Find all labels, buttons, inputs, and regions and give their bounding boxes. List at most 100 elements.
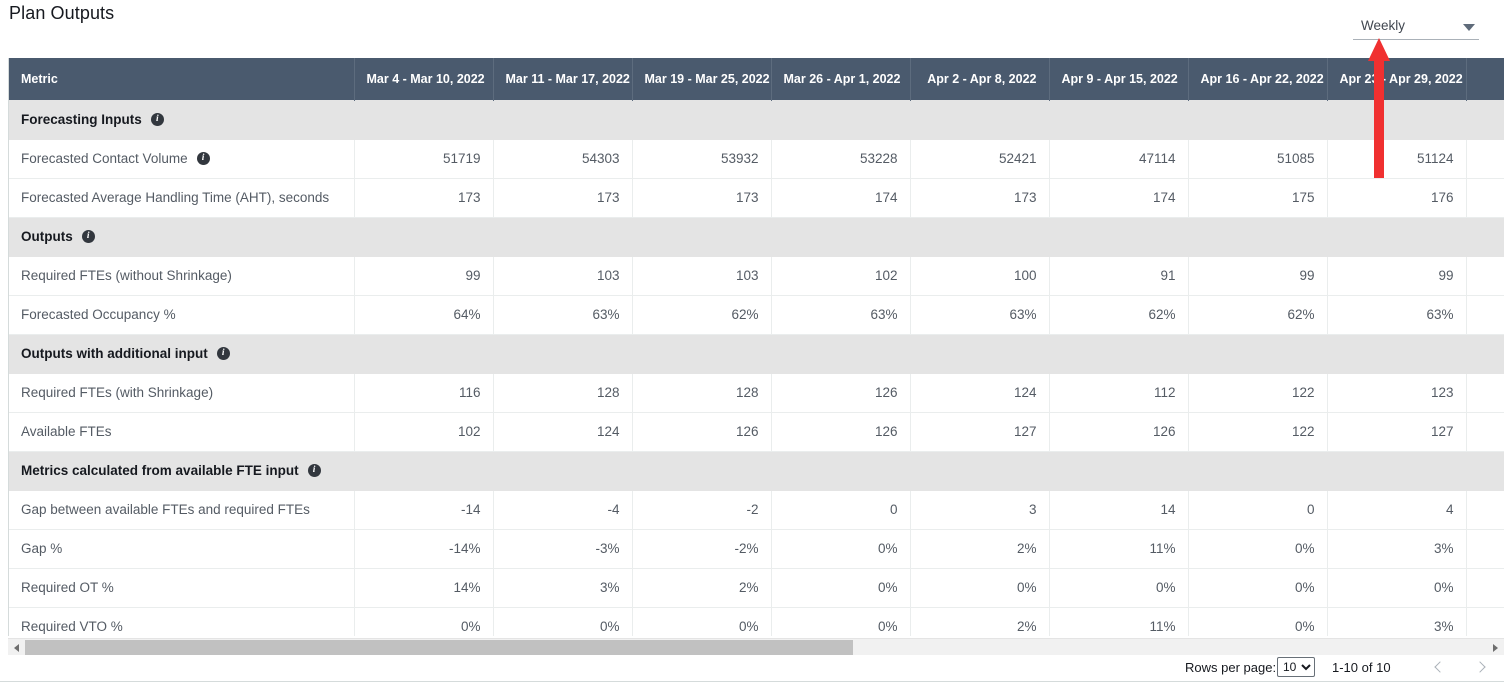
metric-value-cell: 128 [493,373,632,412]
metric-value-cell: 3% [1327,529,1466,568]
metric-label-cell: Gap between available FTEs and required … [9,490,354,529]
metric-value-cell [1466,139,1504,178]
column-header-period[interactable]: Apr 30 - M [1466,58,1504,100]
metric-label-cell: Gap % [9,529,354,568]
scrollbar-thumb[interactable] [25,640,853,655]
table-row: Gap %-14%-3%-2%0%2%11%0%3% [9,529,1504,568]
group-label: Forecasting Inputs [21,112,142,127]
metric-value-cell: 99 [354,256,493,295]
info-icon[interactable]: i [82,230,95,243]
column-header-period[interactable]: Mar 26 - Apr 1, 2022 [771,58,910,100]
table-group-row: Metrics calculated from available FTE in… [9,451,1504,490]
table-row: Available FTEs102124126126127126122127 [9,412,1504,451]
metric-value-cell: 14 [1049,490,1188,529]
metric-value-cell: 127 [910,412,1049,451]
column-header-period[interactable]: Apr 16 - Apr 22, 2022 [1188,58,1327,100]
group-label: Outputs with additional input [21,346,208,361]
metric-label-cell: Required FTEs (without Shrinkage) [9,256,354,295]
pagination-range-text: 1-10 of 10 [1332,660,1391,675]
column-header-period[interactable]: Apr 23 - Apr 29, 2022 [1327,58,1466,100]
metric-value-cell: 173 [493,178,632,217]
pagination-next-button[interactable] [1468,655,1492,679]
metric-label: Required FTEs (with Shrinkage) [21,385,213,400]
metric-value-cell: 124 [493,412,632,451]
column-header-period[interactable]: Mar 11 - Mar 17, 2022 [493,58,632,100]
metric-value-cell: 0% [1188,529,1327,568]
metric-value-cell: 63% [771,295,910,334]
metric-label: Available FTEs [21,424,112,439]
table-row: Required OT %14%3%2%0%0%0%0%0% [9,568,1504,607]
metric-value-cell: 3 [910,490,1049,529]
column-header-metric[interactable]: Metric [9,58,354,100]
metric-value-cell: 102 [771,256,910,295]
horizontal-scrollbar[interactable] [8,638,1504,655]
metric-label-cell: Forecasted Occupancy % [9,295,354,334]
metric-label-cell: Forecasted Contact Volume i [9,139,354,178]
info-icon[interactable]: i [217,347,230,360]
metric-value-cell: 2% [632,568,771,607]
column-header-period[interactable]: Apr 2 - Apr 8, 2022 [910,58,1049,100]
column-header-period[interactable]: Mar 4 - Mar 10, 2022 [354,58,493,100]
metric-value-cell: 0% [771,568,910,607]
table-group-row: Forecasting Inputs i [9,100,1504,139]
metric-value-cell: 53228 [771,139,910,178]
metric-value-cell: -14 [354,490,493,529]
table-group-row: Outputsi [9,217,1504,256]
metric-value-cell [1466,373,1504,412]
rows-per-page-select[interactable]: 102050 [1277,657,1315,677]
metric-value-cell: 173 [354,178,493,217]
page-header: Plan Outputs Weekly [0,0,1504,48]
info-icon[interactable]: i [308,464,321,477]
table-body: Forecasting InputsiForecasted Contact Vo… [9,100,1504,636]
metric-label-cell: Required FTEs (with Shrinkage) [9,373,354,412]
metric-value-cell [1466,568,1504,607]
metric-value-cell: 11% [1049,529,1188,568]
metric-value-cell: 173 [910,178,1049,217]
plan-outputs-screen: Plan Outputs Weekly Metric Mar 4 - Mar 1… [0,0,1504,682]
metric-value-cell: 2% [910,529,1049,568]
metric-value-cell: 174 [771,178,910,217]
metric-value-cell: 173 [632,178,771,217]
plan-outputs-table-container[interactable]: Metric Mar 4 - Mar 10, 2022Mar 11 - Mar … [8,58,1504,636]
page-title: Plan Outputs [9,3,114,24]
metric-value-cell: 0% [1049,568,1188,607]
metric-value-cell: 0% [1188,568,1327,607]
table-header-row: Metric Mar 4 - Mar 10, 2022Mar 11 - Mar … [9,58,1504,100]
metric-value-cell: 64% [354,295,493,334]
metric-label: Forecasted Average Handling Time (AHT), … [21,190,329,205]
info-icon[interactable]: i [151,113,164,126]
group-header-cell: Outputsi [9,217,1504,256]
metric-value-cell: -2 [632,490,771,529]
group-header-cell: Outputs with additional input i [9,334,1504,373]
metric-value-cell [1466,490,1504,529]
column-header-period[interactable]: Mar 19 - Mar 25, 2022 [632,58,771,100]
metric-value-cell: 126 [632,412,771,451]
metric-value-cell: 0 [1188,490,1327,529]
triangle-left-icon[interactable] [8,639,25,656]
metric-label-cell: Available FTEs [9,412,354,451]
period-granularity-dropdown[interactable]: Weekly [1353,14,1479,40]
metric-value-cell: 128 [632,373,771,412]
table-row: Forecasted Occupancy %64%63%62%63%63%62%… [9,295,1504,334]
table-row: Gap between available FTEs and required … [9,490,1504,529]
metric-value-cell: 11% [1049,607,1188,636]
pagination-previous-button[interactable] [1428,655,1452,679]
metric-value-cell: 63% [910,295,1049,334]
info-icon[interactable]: i [197,152,210,165]
metric-value-cell: 3% [493,568,632,607]
metric-value-cell: 0% [910,568,1049,607]
metric-value-cell: -4 [493,490,632,529]
metric-value-cell: 63% [493,295,632,334]
metric-value-cell: 0% [1327,568,1466,607]
triangle-right-icon[interactable] [1487,639,1504,656]
metric-value-cell [1466,412,1504,451]
period-granularity-value: Weekly [1361,18,1405,33]
metric-label: Gap % [21,541,62,556]
metric-value-cell: 124 [910,373,1049,412]
metric-label: Forecasted Contact Volume [21,151,188,166]
table-row: Required FTEs (with Shrinkage)1161281281… [9,373,1504,412]
column-header-period[interactable]: Apr 9 - Apr 15, 2022 [1049,58,1188,100]
metric-value-cell: 112 [1049,373,1188,412]
metric-value-cell: 116 [354,373,493,412]
metric-value-cell: 127 [1327,412,1466,451]
